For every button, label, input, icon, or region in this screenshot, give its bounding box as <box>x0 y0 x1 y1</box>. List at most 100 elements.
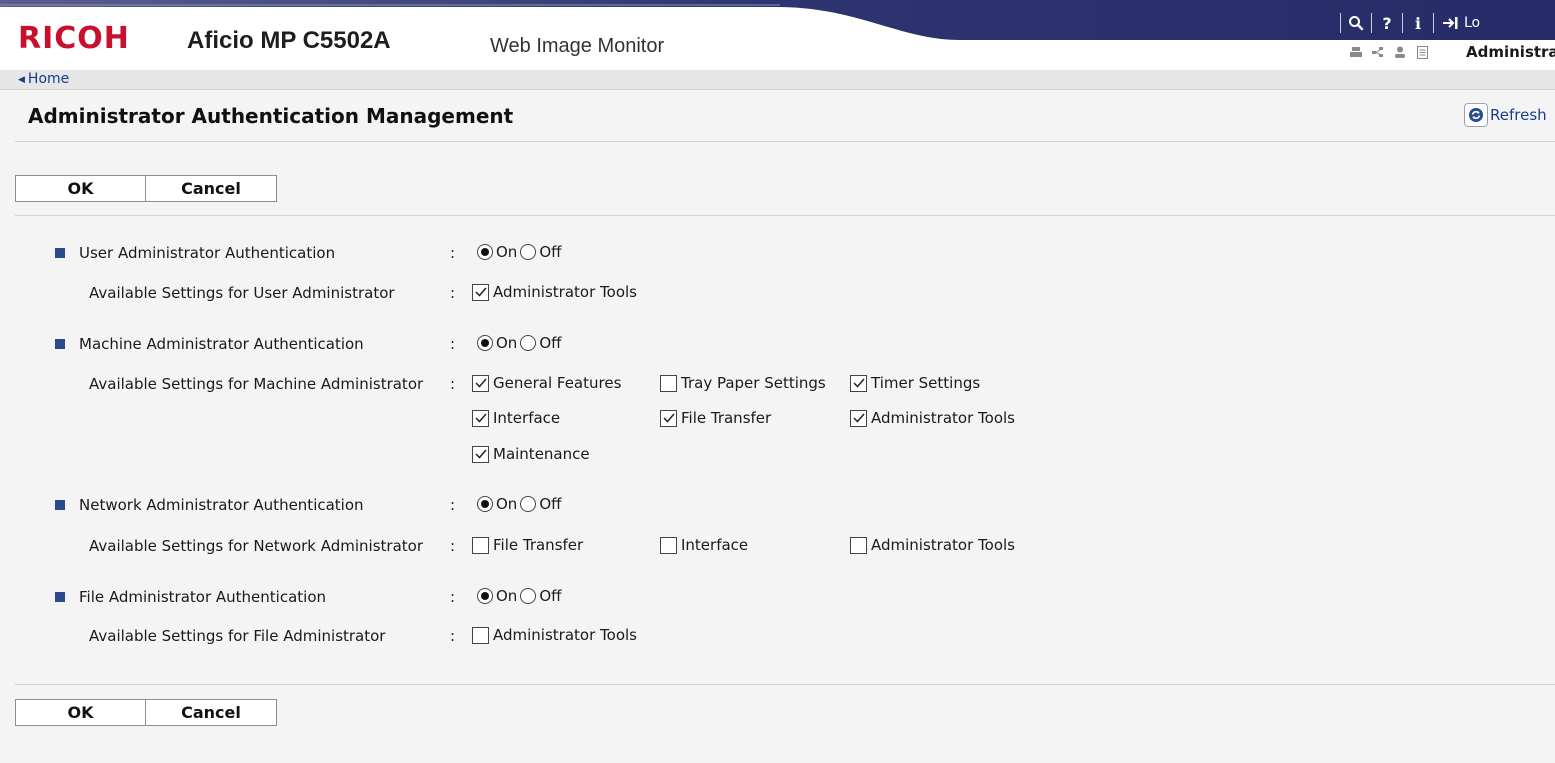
section-bullet <box>55 339 65 349</box>
form-top-divider <box>15 215 1555 216</box>
separator-colon: : <box>450 284 456 302</box>
off-label: Off <box>539 243 562 261</box>
breadcrumb: ◀ Home <box>0 70 1555 90</box>
on-label: On <box>496 495 518 513</box>
logged-in-user: Administra <box>1466 43 1555 61</box>
user-admin-settings-row: Available Settings for User Administrato… <box>0 282 1555 306</box>
file-admin-auth-label: File Administrator Authentication <box>79 588 327 606</box>
checkbox-label: Timer Settings <box>871 374 981 392</box>
machine-general-features-checkbox[interactable]: General Features <box>472 373 621 393</box>
section-bullet <box>55 592 65 602</box>
file-admin-auth-on-radio[interactable] <box>477 588 493 604</box>
machine-timer-settings-checkbox[interactable]: Timer Settings <box>850 373 980 393</box>
checkbox-checked <box>850 409 867 427</box>
machine-admin-settings-row-3: Maintenance <box>0 444 1555 468</box>
checkbox-label: File Transfer <box>493 536 584 554</box>
section-bullet <box>55 248 65 258</box>
cancel-button[interactable]: Cancel <box>146 175 277 202</box>
logout-icon <box>1443 17 1458 29</box>
network-admin-auth-radio-group: On Off <box>477 494 564 514</box>
off-label: Off <box>539 587 562 605</box>
network-admin-settings-label: Available Settings for Network Administr… <box>89 537 423 555</box>
status-icons <box>1348 45 1430 59</box>
network-file-transfer-checkbox[interactable]: File Transfer <box>472 535 583 555</box>
home-link[interactable]: ◀ Home <box>18 71 69 89</box>
user-admin-auth-label: User Administrator Authentication <box>79 244 336 262</box>
user-admin-settings-label: Available Settings for User Administrato… <box>89 284 395 302</box>
file-admin-settings-label: Available Settings for File Administrato… <box>89 627 386 645</box>
header-toolbar: ? i Lo <box>1340 11 1480 35</box>
ok-button[interactable]: OK <box>15 175 146 202</box>
checkbox-checked <box>850 374 867 392</box>
user-status-icon[interactable] <box>1392 45 1408 59</box>
user-admin-auth-radio-group: On Off <box>477 242 564 262</box>
home-link-label: Home <box>27 71 70 87</box>
network-admin-auth-on-radio[interactable] <box>477 496 493 512</box>
machine-file-transfer-checkbox[interactable]: File Transfer <box>660 408 771 428</box>
on-label: On <box>496 243 518 261</box>
user-admin-auth-on-radio[interactable] <box>477 244 493 260</box>
checkbox-unchecked <box>660 374 677 392</box>
network-admin-settings-row: Available Settings for Network Administr… <box>0 535 1555 559</box>
search-icon[interactable] <box>1341 11 1371 35</box>
help-icon[interactable]: ? <box>1372 11 1402 35</box>
machine-admin-auth-radio-group: On Off <box>477 333 564 353</box>
header: RICOH Aficio MP C5502A Web Image Monitor… <box>0 0 1555 70</box>
machine-admin-auth-on-radio[interactable] <box>477 335 493 351</box>
network-interface-checkbox[interactable]: Interface <box>660 535 748 555</box>
network-status-icon[interactable] <box>1370 45 1386 59</box>
info-icon[interactable]: i <box>1403 11 1433 35</box>
file-admin-auth-off-radio[interactable] <box>520 588 537 604</box>
separator-colon: : <box>450 496 456 514</box>
ok-button[interactable]: OK <box>15 699 146 726</box>
on-label: On <box>496 334 518 352</box>
file-admin-auth-radio-group: On Off <box>477 586 564 606</box>
network-admin-auth-row: Network Administrator Authentication : O… <box>0 494 1555 518</box>
app-title: Web Image Monitor <box>490 35 665 57</box>
off-label: Off <box>539 334 562 352</box>
user-admin-auth-row: User Administrator Authentication : On O… <box>0 242 1555 266</box>
checkbox-label: Interface <box>681 536 749 554</box>
network-admin-tools-checkbox[interactable]: Administrator Tools <box>850 535 1015 555</box>
checkbox-label: General Features <box>493 374 622 392</box>
title-divider <box>15 141 1555 142</box>
machine-tray-paper-settings-checkbox[interactable]: Tray Paper Settings <box>660 373 826 393</box>
user-admin-auth-off-radio[interactable] <box>520 244 537 260</box>
machine-admin-auth-row: Machine Administrator Authentication : O… <box>0 333 1555 357</box>
machine-admin-auth-off-radio[interactable] <box>520 335 537 351</box>
file-admin-auth-row: File Administrator Authentication : On O… <box>0 586 1555 610</box>
checkbox-label: Administrator Tools <box>493 283 637 301</box>
checkbox-unchecked <box>850 536 867 554</box>
machine-admin-tools-checkbox[interactable]: Administrator Tools <box>850 408 1015 428</box>
form-bottom-divider <box>15 684 1555 685</box>
separator-colon: : <box>450 537 456 555</box>
checkbox-label: Tray Paper Settings <box>681 374 826 392</box>
page-title: Administrator Authentication Management <box>28 104 514 128</box>
cancel-button[interactable]: Cancel <box>146 699 277 726</box>
checkbox-unchecked <box>472 536 489 554</box>
refresh-icon <box>1464 103 1488 127</box>
machine-maintenance-checkbox[interactable]: Maintenance <box>472 444 590 464</box>
separator-colon: : <box>450 627 456 645</box>
logout-button[interactable]: Lo <box>1434 15 1480 31</box>
checkbox-checked <box>472 409 489 427</box>
separator-colon: : <box>450 588 456 606</box>
checkbox-label: File Transfer <box>681 409 772 427</box>
separator-colon: : <box>450 375 456 393</box>
back-arrow-icon: ◀ <box>18 75 25 85</box>
machine-interface-checkbox[interactable]: Interface <box>472 408 560 428</box>
refresh-button[interactable]: Refresh <box>1464 103 1547 127</box>
checkbox-label: Administrator Tools <box>871 409 1015 427</box>
document-status-icon[interactable] <box>1414 45 1430 59</box>
network-admin-auth-label: Network Administrator Authentication <box>79 496 364 514</box>
ricoh-logo: RICOH <box>18 21 130 56</box>
machine-admin-settings-label: Available Settings for Machine Administr… <box>89 375 424 393</box>
file-admin-tools-checkbox[interactable]: Administrator Tools <box>472 625 637 645</box>
off-label: Off <box>539 495 562 513</box>
checkbox-unchecked <box>660 536 677 554</box>
network-admin-auth-off-radio[interactable] <box>520 496 537 512</box>
user-admin-tools-checkbox[interactable]: Administrator Tools <box>472 282 637 302</box>
refresh-label: Refresh <box>1490 106 1547 124</box>
device-model: Aficio MP C5502A <box>187 27 391 54</box>
printer-status-icon[interactable] <box>1348 45 1364 59</box>
